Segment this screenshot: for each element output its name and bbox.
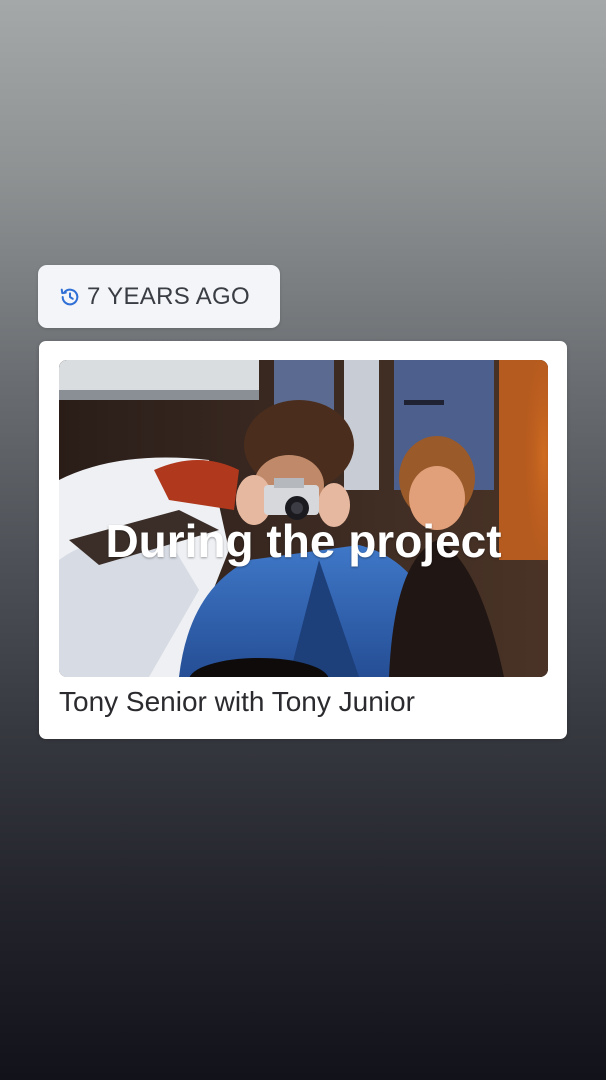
photo-overlay-text: During the project bbox=[105, 515, 502, 567]
photo-caption: Tony Senior with Tony Junior bbox=[59, 686, 415, 717]
history-icon bbox=[58, 285, 82, 309]
memory-time-badge[interactable]: 7 YEARS AGO bbox=[38, 265, 280, 328]
memory-time-label: 7 YEARS AGO bbox=[87, 282, 250, 310]
memory-card[interactable]: During the project Tony Senior with Tony… bbox=[39, 341, 567, 739]
memory-photo[interactable]: During the project bbox=[59, 360, 548, 677]
